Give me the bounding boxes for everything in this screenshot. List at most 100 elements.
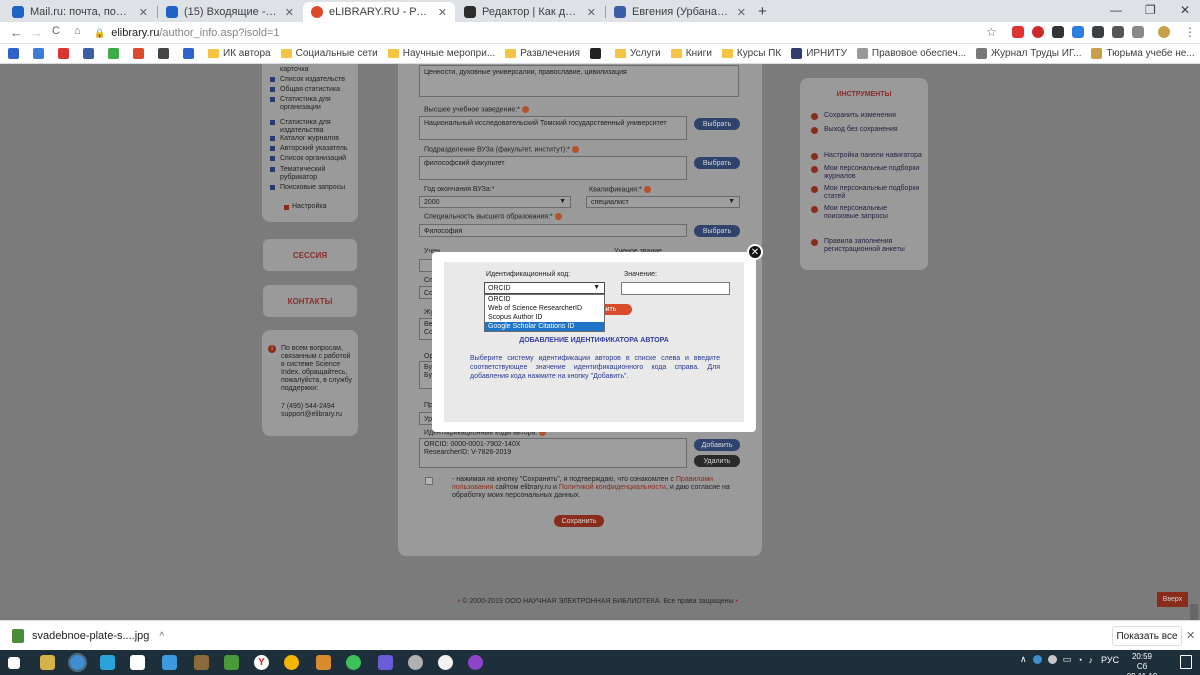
tab-editor[interactable]: Редактор | Как добавить персо ✕ (456, 2, 604, 22)
bookmark-item[interactable]: Курсы ПК (721, 48, 781, 59)
consent-checkbox[interactable] (425, 477, 433, 485)
extension-icon[interactable] (1012, 26, 1024, 38)
maximize-button[interactable]: ❐ (1145, 3, 1156, 17)
bookmark-item[interactable]: Социальные сети (280, 48, 378, 59)
network-icon[interactable]: ◔ (1077, 655, 1082, 665)
download-item[interactable]: svadebnoe-plate-s....jpg ^ (12, 629, 164, 643)
help-icon[interactable] (571, 146, 579, 153)
faculty-field[interactable]: философский факультет (419, 156, 687, 180)
extension-icon[interactable] (1132, 26, 1144, 38)
bookmark-item[interactable]: Книги (670, 48, 712, 59)
contacts-header[interactable]: КОНТАКТЫ (263, 285, 357, 317)
bookmark-item[interactable]: Развлечения (505, 48, 580, 59)
dropdown-option[interactable]: Scopus Author ID (485, 313, 604, 322)
tools-item[interactable]: Правила заполнения регистрационной анкет… (811, 238, 923, 254)
scroll-top-button[interactable]: Вверх (1157, 592, 1188, 607)
volume-icon[interactable]: ♪ (1089, 655, 1094, 665)
id-code-orcid[interactable]: ORCID: 0000-0001-7902-140X (424, 441, 682, 449)
left-menu-item[interactable]: Авторский указатель (270, 145, 354, 153)
app-icon[interactable] (130, 655, 145, 670)
forward-button[interactable]: → (30, 25, 43, 40)
bookmark-item[interactable] (589, 48, 605, 59)
university-field[interactable]: Национальный исследовательский Томский г… (419, 116, 687, 140)
bookmark-item[interactable] (58, 48, 73, 59)
tools-item[interactable]: Настройка панели навигатора (811, 152, 923, 160)
tools-item[interactable]: Мои персональные подборки журналов (811, 165, 923, 181)
session-header[interactable]: СЕССИЯ (263, 239, 357, 271)
app-icon[interactable] (408, 655, 423, 670)
grad-year-select[interactable]: 2000 ▼ (419, 196, 571, 208)
avatar[interactable] (1158, 26, 1170, 38)
qualification-select[interactable]: специалист ▼ (586, 196, 740, 208)
home-icon[interactable]: ⌂ (74, 25, 81, 37)
left-menu-item[interactable]: Список организаций (270, 155, 354, 163)
left-menu-item[interactable]: Статистика для организации (270, 96, 354, 112)
bookmark-item[interactable] (83, 48, 98, 59)
extension-icon[interactable] (1052, 26, 1064, 38)
app-icon[interactable] (438, 655, 453, 670)
extension-icon[interactable] (1092, 26, 1104, 38)
whatsapp-icon[interactable] (346, 655, 361, 670)
university-choose-button[interactable]: Выбрать (694, 118, 740, 130)
left-menu-item[interactable]: Поисковые запросы (270, 184, 354, 192)
left-menu-item[interactable]: Каталог журналов (270, 135, 354, 143)
bookmark-item[interactable] (108, 48, 123, 59)
back-button[interactable]: ← (10, 25, 23, 40)
specialty-choose-button[interactable]: Выбрать (694, 225, 740, 237)
bookmark-item[interactable]: ИРНИТУ (791, 48, 847, 59)
scrollbar-thumb[interactable] (1190, 604, 1198, 620)
dropdown-option[interactable]: ORCID (485, 295, 604, 304)
yandex-icon[interactable]: Y (254, 655, 269, 670)
bookmark-item[interactable] (8, 48, 23, 59)
bookmark-item[interactable]: Правовое обеспеч... (856, 48, 966, 59)
id-value-input[interactable] (621, 282, 730, 295)
save-button[interactable]: Сохранить (554, 515, 604, 527)
left-menu-item[interactable]: Список издательств (270, 76, 354, 84)
close-icon[interactable]: ✕ (587, 6, 596, 19)
left-menu-item[interactable]: Тематический рубрикатор (270, 166, 354, 182)
extension-icon[interactable] (1112, 26, 1124, 38)
window-close-button[interactable]: ✕ (1180, 3, 1190, 17)
modal-close-button[interactable]: ✕ (747, 244, 763, 260)
file-explorer-icon[interactable] (40, 655, 55, 670)
tools-item[interactable]: Сохранить изменения (811, 112, 923, 120)
keywords-field[interactable]: Ценности, духовные универсалии, правосла… (419, 65, 739, 97)
close-download-bar-button[interactable]: ✕ (1186, 629, 1195, 642)
chevron-up-icon[interactable]: ^ (159, 631, 164, 642)
settings-link[interactable]: Настройка (284, 203, 326, 211)
notifications-icon[interactable] (1180, 655, 1192, 669)
bookmark-item[interactable] (158, 48, 173, 59)
app-icon[interactable] (284, 655, 299, 670)
bookmark-item[interactable] (183, 48, 198, 59)
bookmark-item[interactable] (133, 48, 148, 59)
id-system-select[interactable]: ORCID ▼ (484, 282, 605, 294)
app-icon[interactable] (194, 655, 209, 670)
id-codes-list[interactable]: ORCID: 0000-0001-7902-140X ResearcherID:… (419, 438, 687, 468)
tab-mail-search[interactable]: Mail.ru: почта, поиск в интерне ✕ (4, 2, 156, 22)
bookmark-item[interactable]: Тюрьма учебе не... (1091, 48, 1195, 59)
app-icon[interactable] (316, 655, 331, 670)
reload-button[interactable]: C (52, 25, 60, 37)
tab-mail-inbox[interactable]: (15) Входящие - Почта Mail.ru ✕ (158, 2, 302, 22)
chevron-up-icon[interactable]: ∧ (1020, 654, 1027, 665)
help-icon[interactable] (643, 186, 651, 193)
close-icon[interactable]: ✕ (737, 6, 746, 19)
tab-elibrary[interactable]: eLIBRARY.RU - Регистрационна ✕ (303, 2, 455, 22)
extension-icon[interactable] (1072, 26, 1084, 38)
close-icon[interactable]: ✕ (285, 6, 294, 19)
left-menu-item[interactable]: Общая статистика (270, 86, 354, 94)
help-icon[interactable] (554, 213, 562, 220)
dropdown-option[interactable]: Google Scholar Citations ID (485, 322, 604, 331)
support-email[interactable]: support@elibrary.ru (281, 411, 342, 419)
pinterest-icon[interactable] (1032, 26, 1044, 38)
language-indicator[interactable]: РУС (1101, 655, 1119, 665)
new-tab-button[interactable]: + (758, 3, 767, 20)
bookmark-item[interactable] (33, 48, 48, 59)
show-all-button[interactable]: Показать все (1112, 626, 1182, 646)
tools-item[interactable]: Мои персональные поисковые запросы (811, 205, 923, 221)
dropdown-option[interactable]: Web of Science ResearcherID (485, 304, 604, 313)
specialty-field[interactable]: Философия (419, 224, 687, 237)
chrome-icon[interactable] (68, 653, 87, 672)
tools-item[interactable]: Мои персональные подборки статей (811, 185, 923, 201)
delete-id-button[interactable]: Удалить (694, 455, 740, 467)
